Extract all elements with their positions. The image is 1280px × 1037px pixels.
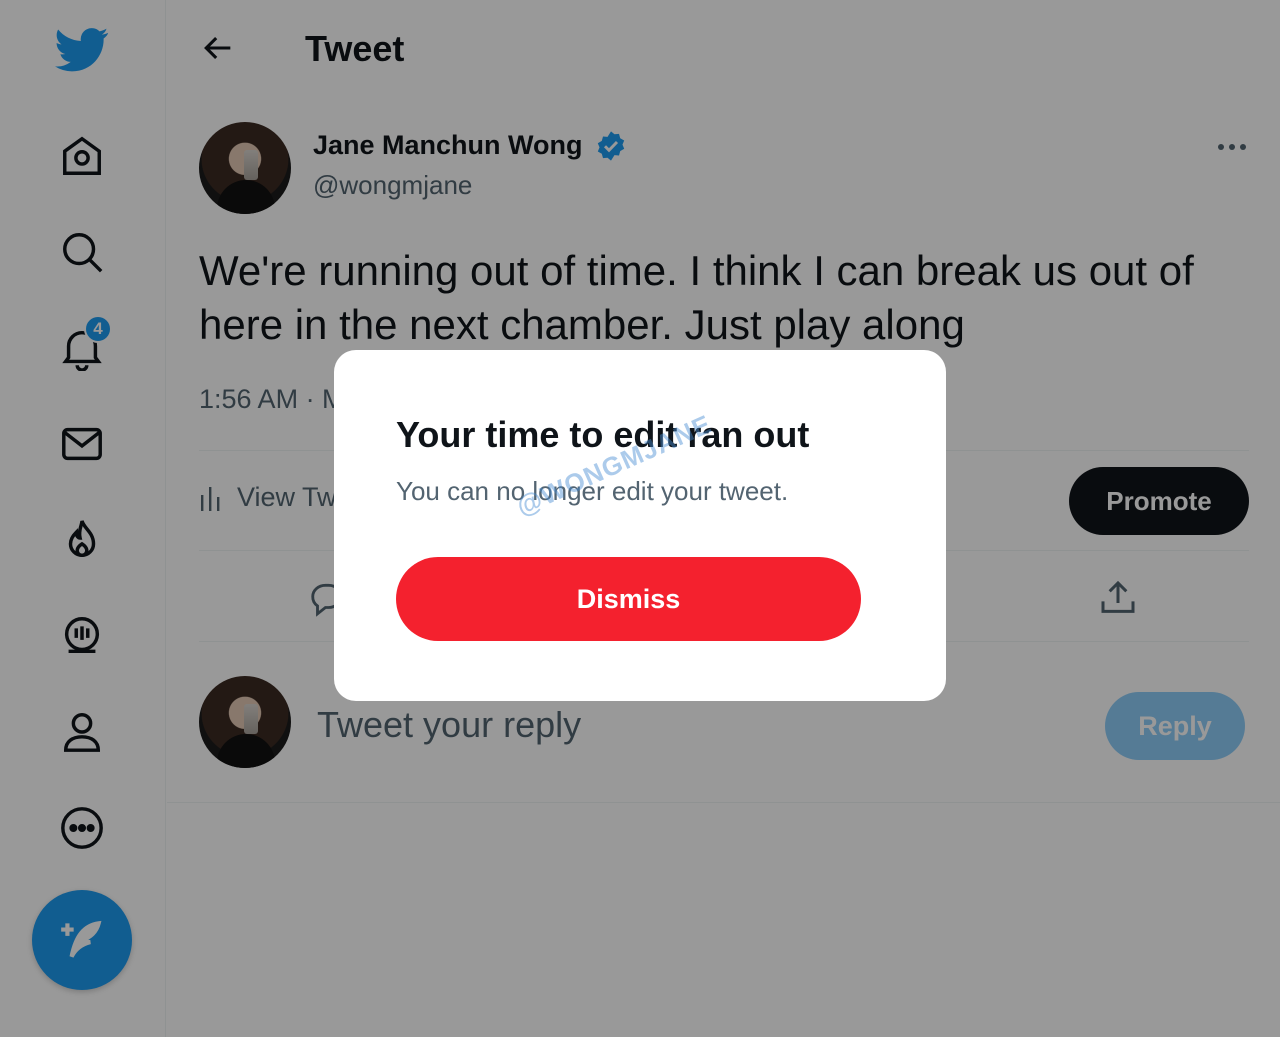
edit-expired-dialog: Your time to edit ran out You can no lon… bbox=[334, 350, 946, 701]
dismiss-button[interactable]: Dismiss bbox=[396, 557, 861, 641]
dialog-title: Your time to edit ran out bbox=[396, 414, 810, 455]
